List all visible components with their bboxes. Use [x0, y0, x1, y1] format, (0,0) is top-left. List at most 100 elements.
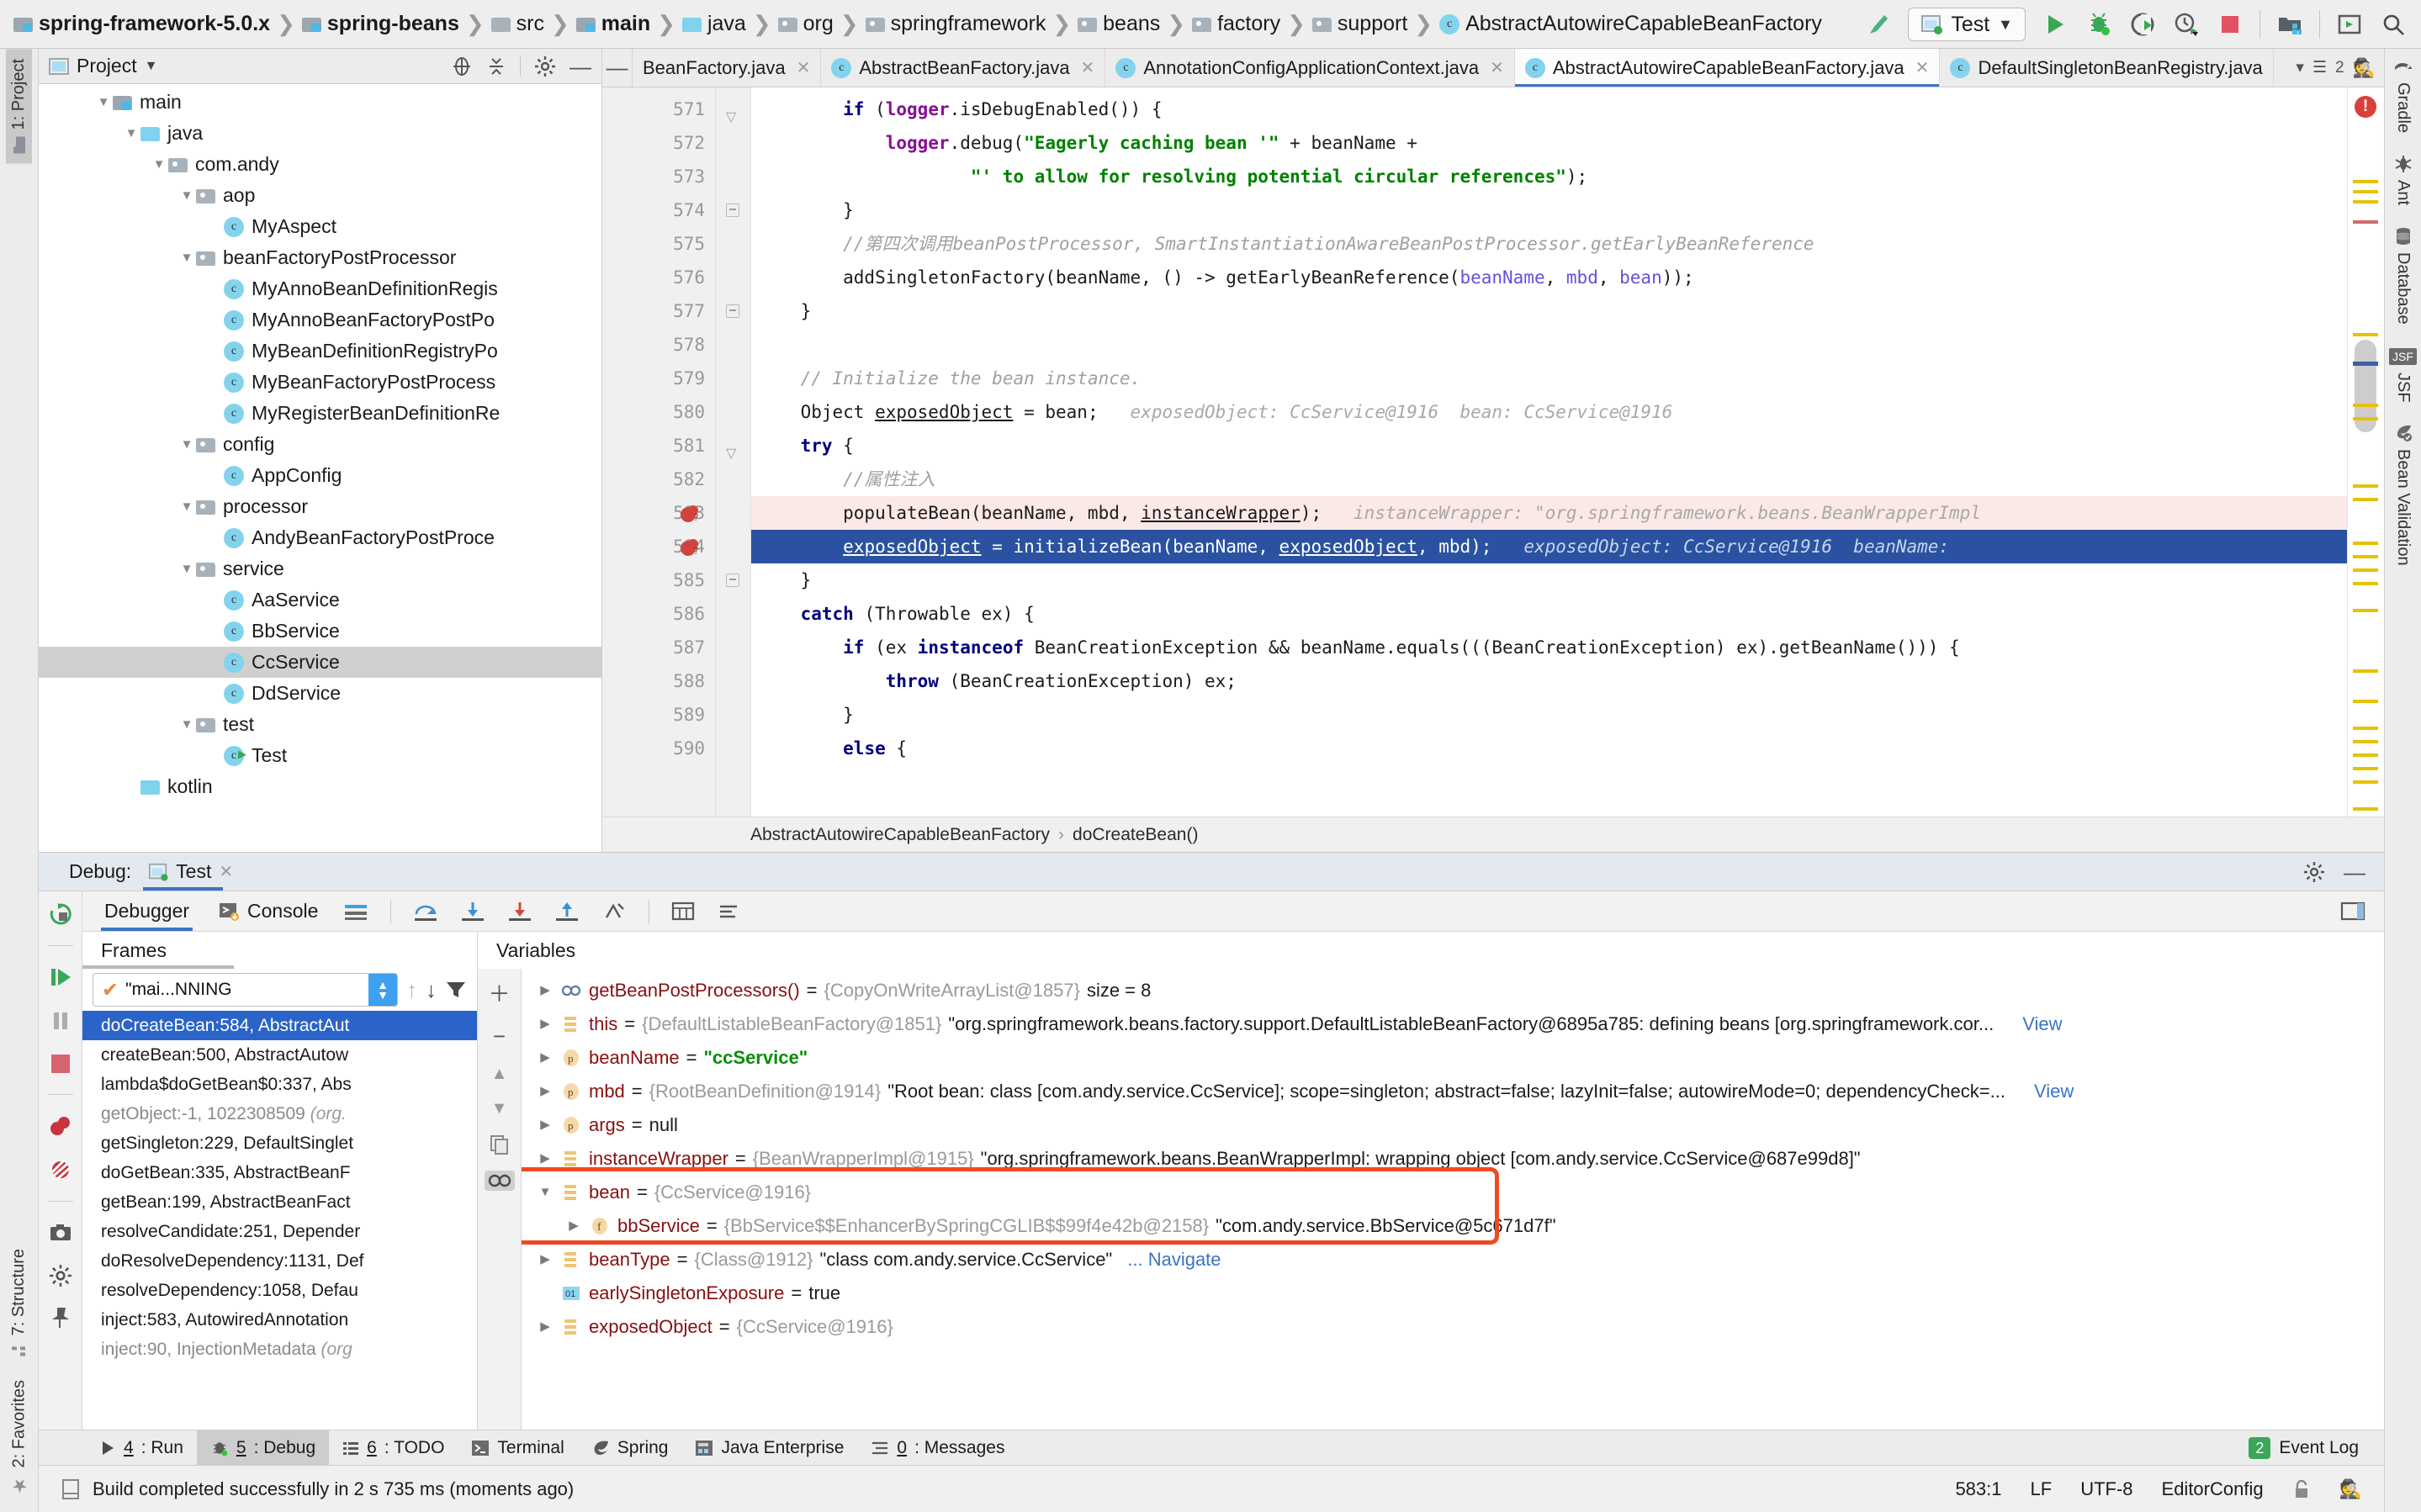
editor-tab-beanfactory[interactable]: BeanFactory.java ✕: [633, 49, 822, 87]
pin-icon[interactable]: [49, 1306, 72, 1330]
code-content[interactable]: if (logger.isDebugEnabled()) { logger.de…: [751, 87, 2347, 817]
fold-marker[interactable]: [716, 530, 750, 563]
editor-tab-abstractbeanfactory[interactable]: c AbstractBeanFactory.java ✕: [821, 49, 1106, 87]
fold-marker[interactable]: [716, 597, 750, 631]
gear-icon[interactable]: [49, 1264, 72, 1287]
frame-up-icon[interactable]: ↑: [406, 977, 417, 1003]
tree-node-appconfig[interactable]: c AppConfig: [39, 460, 601, 491]
tree-twisty-icon[interactable]: ▼: [150, 157, 168, 172]
editor-tab-defaultsingletonbeanregistry[interactable]: c DefaultSingletonBeanRegistry.java: [1940, 49, 2274, 87]
line-number[interactable]: 577: [602, 294, 715, 328]
search-everywhere-icon[interactable]: [2379, 10, 2408, 39]
close-icon[interactable]: ✕: [219, 861, 233, 882]
evaluate-expression-icon[interactable]: [671, 901, 695, 923]
chevron-down-icon[interactable]: ▼: [145, 59, 158, 74]
tree-twisty-icon[interactable]: ▼: [177, 437, 196, 452]
expand-arrow-icon[interactable]: ▶: [537, 1243, 554, 1277]
collapse-all-icon[interactable]: [486, 56, 506, 77]
expand-arrow-icon[interactable]: ▼: [537, 1176, 554, 1209]
close-icon[interactable]: ✕: [1081, 57, 1095, 78]
line-number[interactable]: 588: [602, 664, 715, 698]
tree-node-test[interactable]: ▼ test: [39, 709, 601, 740]
expand-arrow-icon[interactable]: ▶: [565, 1209, 582, 1243]
tab-debugger[interactable]: Debugger: [101, 891, 193, 931]
tool-window-button-spring[interactable]: Spring: [578, 1430, 682, 1465]
close-icon[interactable]: ✕: [1915, 57, 1930, 78]
fold-marker[interactable]: [716, 395, 750, 429]
tree-node-kotlin[interactable]: kotlin: [39, 771, 601, 802]
tree-node-ccservice[interactable]: c CcService: [39, 647, 601, 678]
tree-node-aop[interactable]: ▼ aop: [39, 180, 601, 211]
fold-marker[interactable]: [716, 126, 750, 160]
editor-breadcrumb-item[interactable]: AbstractAutowireCapableBeanFactory: [750, 825, 1050, 845]
line-number[interactable]: 579: [602, 362, 715, 395]
code-editor[interactable]: 571572573574575576577578579580581582583?…: [602, 87, 2384, 817]
tree-node-service[interactable]: ▼ service: [39, 553, 601, 584]
variable-row[interactable]: ▶ getBeanPostProcessors() = {CopyOnWriteA…: [522, 974, 2384, 1007]
fold-marker[interactable]: [716, 328, 750, 362]
breakpoint-icon[interactable]: ?: [680, 504, 700, 524]
run-configuration-selector[interactable]: Test ▼: [1908, 8, 2026, 41]
expand-arrow-icon[interactable]: ▶: [537, 1142, 554, 1176]
view-link[interactable]: View: [2034, 1075, 2074, 1108]
tool-window-button-javaenterprise[interactable]: Java Enterprise: [681, 1430, 857, 1465]
line-number[interactable]: 580: [602, 395, 715, 429]
tree-twisty-icon[interactable]: ▼: [177, 717, 196, 732]
code-line[interactable]: // Initialize the bean instance.: [751, 362, 2347, 395]
variable-row[interactable]: ▶ beanType = {Class@1912} "class com.andy…: [522, 1243, 2384, 1277]
code-line[interactable]: //属性注入: [751, 463, 2347, 496]
code-line[interactable]: if (logger.isDebugEnabled()) {: [751, 93, 2347, 126]
stack-frame-row[interactable]: doGetBean:335, AbstractBeanF: [82, 1158, 477, 1187]
layout-settings-icon[interactable]: [343, 901, 368, 923]
tree-node-processor[interactable]: ▼ processor: [39, 491, 601, 522]
tree-node-bbservice[interactable]: c BbService: [39, 616, 601, 647]
tree-twisty-icon[interactable]: ▼: [94, 95, 113, 109]
editor-tabs-overflow[interactable]: ▾ ☰ 2 🕵: [2287, 49, 2384, 87]
gear-icon[interactable]: [534, 56, 556, 77]
combo-arrows-icon[interactable]: ▲ ▼: [368, 974, 397, 1006]
tree-twisty-icon[interactable]: ▼: [177, 188, 196, 203]
tree-node-com-andy[interactable]: ▼ com.andy: [39, 149, 601, 180]
sidebar-item-favorites[interactable]: ★ 2: Favorites: [5, 1370, 34, 1505]
run-icon[interactable]: [2041, 10, 2069, 39]
expand-arrow-icon[interactable]: ▶: [537, 1041, 554, 1075]
variable-row[interactable]: ▶ instanceWrapper = {BeanWrapperImpl@1915…: [522, 1142, 2384, 1176]
stack-frame-row[interactable]: getSingleton:229, DefaultSinglet: [82, 1129, 477, 1158]
code-line[interactable]: catch (Throwable ex) {: [751, 597, 2347, 631]
variable-row[interactable]: ▼ bean = {CcService@1916}: [522, 1176, 2384, 1209]
tree-node-mybeandefinitionregistrypo[interactable]: c MyBeanDefinitionRegistryPo: [39, 336, 601, 367]
code-line[interactable]: }: [751, 563, 2347, 597]
line-number[interactable]: 587: [602, 631, 715, 664]
mute-breakpoints-icon[interactable]: [48, 1157, 73, 1182]
locate-icon[interactable]: [451, 56, 473, 77]
frames-list[interactable]: doCreateBean:584, AbstractAut createBean:…: [82, 1011, 477, 1430]
editor-breadcrumb[interactable]: AbstractAutowireCapableBeanFactory › doCre…: [602, 817, 2384, 852]
step-over-icon[interactable]: [413, 901, 438, 923]
run-with-coverage-icon[interactable]: [2128, 10, 2157, 39]
tool-window-button-messages[interactable]: 0: Messages: [857, 1430, 1018, 1465]
fold-marker[interactable]: [716, 563, 750, 597]
code-line[interactable]: populateBean(beanName, mbd, instanceWrap…: [751, 496, 2347, 530]
hide-panel-icon[interactable]: —: [2344, 861, 2365, 883]
tree-node-test[interactable]: c ▶ Test: [39, 740, 601, 771]
right-tool-tab-ant[interactable]: Ant: [2393, 155, 2413, 205]
tree-twisty-icon[interactable]: ▼: [122, 126, 140, 140]
caret-position[interactable]: 583:1: [1955, 1478, 2001, 1500]
line-number[interactable]: 576: [602, 261, 715, 294]
expand-arrow-icon[interactable]: ▶: [537, 1310, 554, 1344]
line-number[interactable]: 571: [602, 93, 715, 126]
fold-marker[interactable]: [716, 227, 750, 261]
gear-icon[interactable]: [2303, 861, 2325, 883]
expand-arrow-icon[interactable]: ▶: [537, 974, 554, 1007]
stack-frame-row[interactable]: getBean:199, AbstractBeanFact: [82, 1187, 477, 1217]
expand-arrow-icon[interactable]: ▶: [537, 1007, 554, 1041]
tree-twisty-icon[interactable]: ▼: [177, 562, 196, 576]
tree-node-ddservice[interactable]: c DdService: [39, 678, 601, 709]
fold-marker[interactable]: [716, 160, 750, 193]
line-separator[interactable]: LF: [2031, 1478, 2053, 1500]
event-log-button[interactable]: Event Log: [2279, 1438, 2359, 1458]
line-number[interactable]: 589: [602, 698, 715, 732]
line-number-gutter[interactable]: 571572573574575576577578579580581582583?…: [602, 87, 716, 817]
editor-breadcrumb-item[interactable]: doCreateBean(): [1073, 825, 1198, 845]
rerun-icon[interactable]: [48, 901, 73, 927]
